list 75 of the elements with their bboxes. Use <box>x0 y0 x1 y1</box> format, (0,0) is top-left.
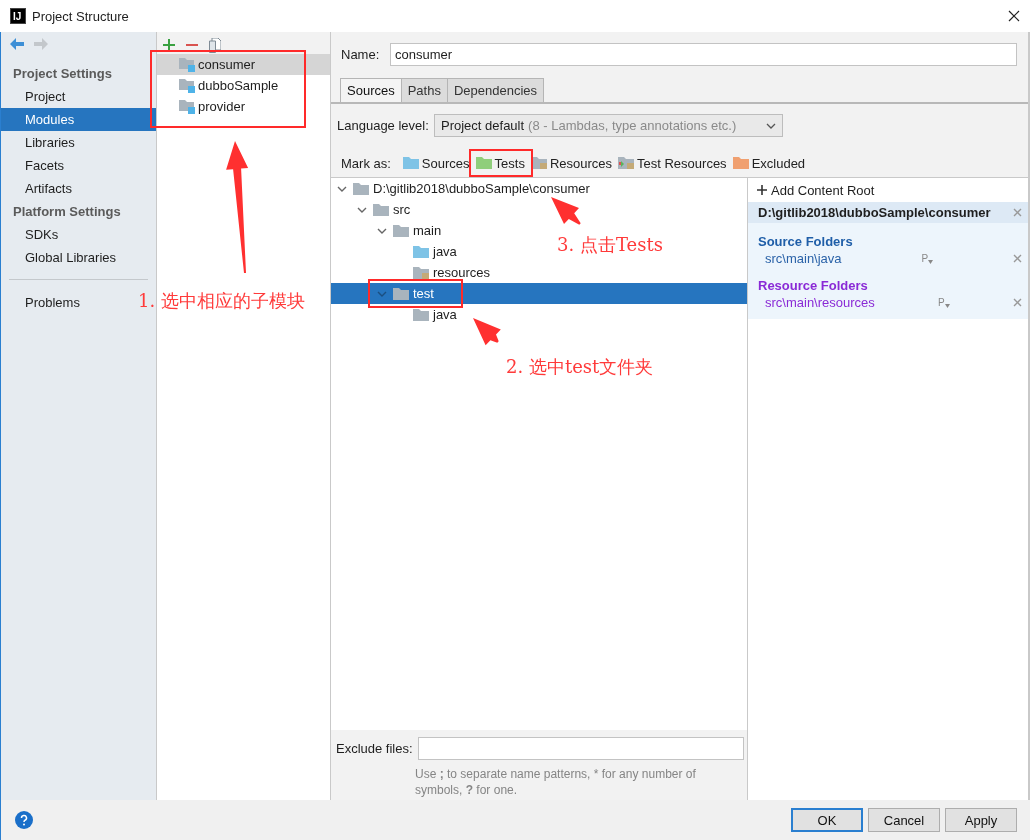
mark-as-option[interactable]: Test Resources <box>618 155 727 171</box>
app-logo: IJ <box>10 8 26 24</box>
name-field[interactable]: consumer <box>390 42 1017 66</box>
source-folder-icon <box>402 156 419 170</box>
tab[interactable]: Sources <box>340 78 402 102</box>
folder-icon <box>373 202 389 217</box>
source-folder-icon <box>413 244 429 259</box>
dialog-button[interactable]: Apply <box>945 808 1017 832</box>
plus-icon <box>757 185 767 195</box>
tree-item[interactable]: java <box>331 304 461 325</box>
mark-as-option[interactable]: Sources <box>402 155 470 171</box>
field-label: Exclude files: <box>336 741 413 756</box>
annotation-label: 3. 点击Tests <box>557 233 663 257</box>
sidebar-item[interactable]: SDKs <box>1 223 63 246</box>
field-label: Mark as: <box>341 155 391 171</box>
sidebar-item[interactable]: Artifacts <box>1 177 76 200</box>
sidebar-item[interactable]: Problems <box>1 291 84 314</box>
module-item[interactable]: provider <box>157 96 330 117</box>
module-folder-icon <box>179 78 195 93</box>
sidebar-item[interactable]: Global Libraries <box>1 246 121 269</box>
folder-icon <box>393 286 409 301</box>
mark-as-option[interactable]: Resources <box>530 155 613 171</box>
back-arrow-icon[interactable] <box>10 38 24 50</box>
section-heading: Platform Settings <box>12 203 122 221</box>
tree-item[interactable]: resources <box>331 262 495 283</box>
content-root-path: D:\gitlib2018\dubboSample\consumer <box>758 205 991 220</box>
module-item[interactable]: dubboSample <box>157 75 330 96</box>
dialog-button[interactable]: OK <box>791 808 863 832</box>
close-icon[interactable] <box>1008 10 1020 22</box>
mark-as-option[interactable]: Tests <box>475 155 525 171</box>
hint-text: Use ; to separate name patterns, * for any number of symbols, ? for one. <box>415 766 697 798</box>
language-level-dropdown[interactable]: Project default (8 - Lambdas, type annotations etc.) <box>434 114 783 137</box>
section-heading: Project Settings <box>12 65 113 83</box>
dialog-button[interactable]: Cancel <box>868 808 940 832</box>
sidebar-item[interactable]: Libraries <box>1 131 79 154</box>
sidebar-item[interactable]: Modules <box>1 108 156 131</box>
folder-icon <box>393 223 409 238</box>
annotation-label: 2. 选中test文件夹 <box>506 355 654 379</box>
test-folder-icon <box>475 156 492 170</box>
folder-path: src\main\resources <box>765 294 875 310</box>
tab[interactable]: Paths <box>400 78 448 102</box>
tree-item[interactable]: D:\gitlib2018\dubboSample\consumer <box>331 178 594 199</box>
window-title: Project Structure <box>32 8 129 24</box>
folder-path: src\main\java <box>765 250 842 266</box>
annotation-arrow <box>551 197 581 225</box>
mark-as-option[interactable]: Excluded <box>732 155 806 171</box>
tab[interactable]: Dependencies <box>446 78 545 102</box>
tree-item[interactable]: src <box>331 199 415 220</box>
folder-icon <box>413 307 429 322</box>
tree-item[interactable]: main <box>331 220 446 241</box>
tree-item[interactable]: java <box>331 241 461 262</box>
field-label: Name: <box>341 46 381 62</box>
section-heading: Resource Folders <box>757 277 869 293</box>
excluded-folder-icon <box>732 156 749 170</box>
section-heading: Source Folders <box>757 233 854 249</box>
help-icon[interactable] <box>15 811 33 829</box>
folder-icon <box>353 181 369 196</box>
exclude-files-field[interactable] <box>417 737 744 760</box>
add-content-root-button[interactable]: Add Content Root <box>748 178 1028 202</box>
annotation-arrow <box>473 318 501 346</box>
module-item[interactable]: consumer <box>157 54 330 75</box>
test-resource-folder-icon <box>618 156 635 170</box>
module-folder-icon <box>179 57 195 72</box>
resource-folder-icon <box>413 265 429 280</box>
sidebar-item[interactable]: Project <box>1 85 70 108</box>
tree-item[interactable]: test <box>331 283 747 304</box>
caret-icon <box>928 259 934 264</box>
sidebar-item[interactable]: Facets <box>1 154 68 177</box>
highlight-box <box>469 149 533 177</box>
caret-icon <box>944 303 950 308</box>
field-label: Language level: <box>337 118 430 133</box>
copy-icon[interactable] <box>209 37 221 53</box>
add-icon[interactable] <box>163 39 175 51</box>
annotation-label: 1. 选中相应的子模块 <box>138 289 305 313</box>
module-folder-icon <box>179 99 195 114</box>
